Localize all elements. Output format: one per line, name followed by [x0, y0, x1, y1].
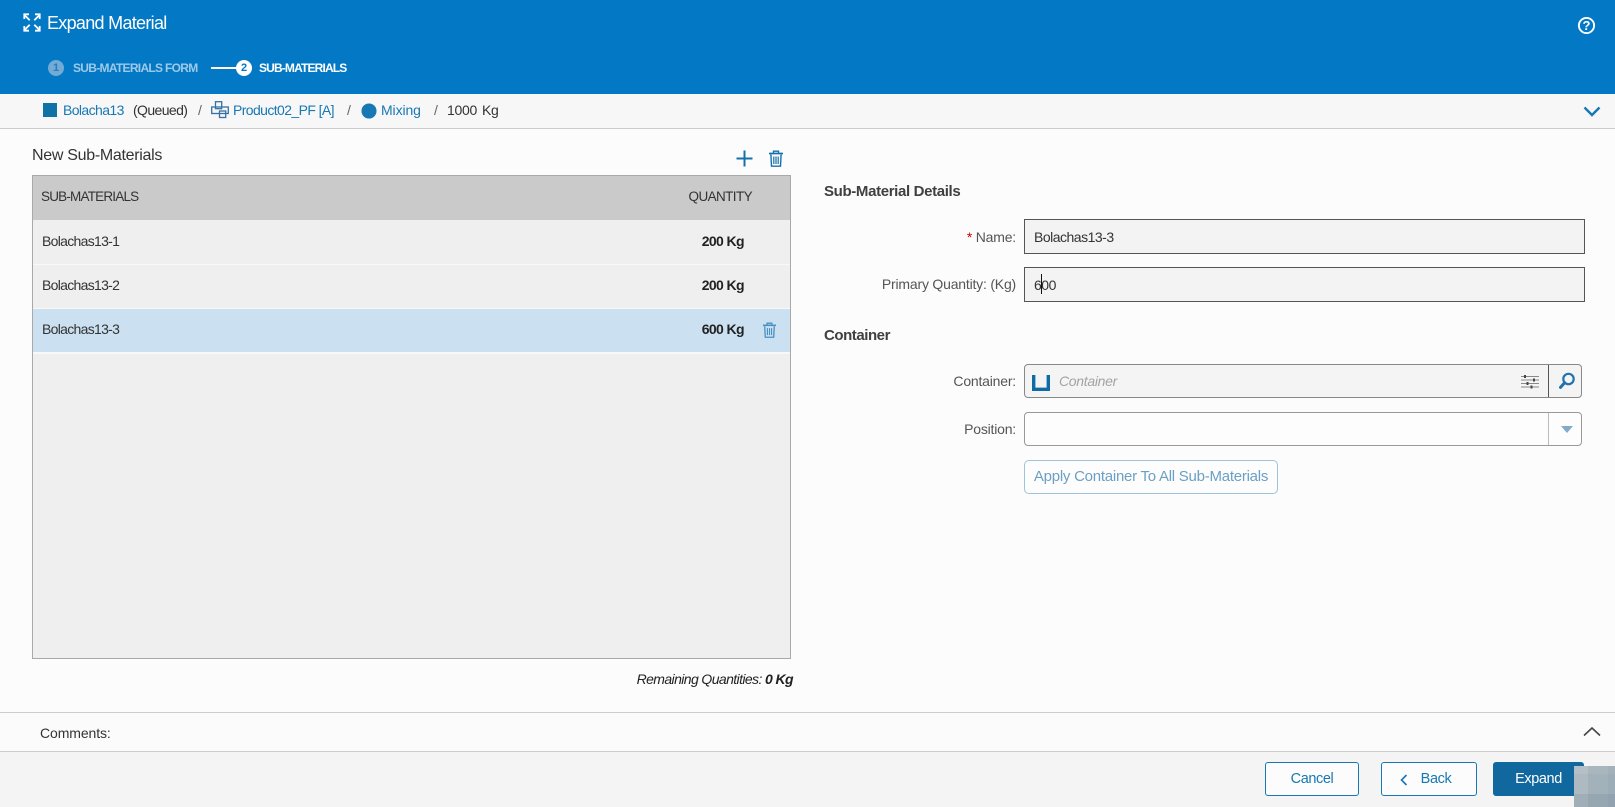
svg-text:?: ?: [1583, 18, 1591, 33]
